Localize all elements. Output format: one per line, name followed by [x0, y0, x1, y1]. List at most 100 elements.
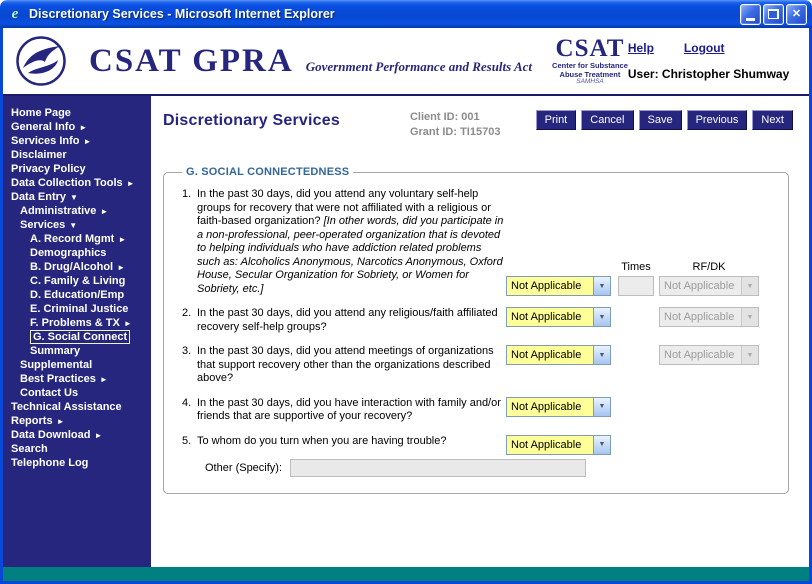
- sidebar-item-home-page[interactable]: Home Page: [3, 106, 151, 120]
- sidebar-item-b-drug-alcohol[interactable]: B. Drug/Alcohol►: [3, 260, 151, 274]
- previous-button[interactable]: Previous: [687, 110, 748, 130]
- q3-rfdk-value: Not Applicable: [660, 346, 741, 364]
- sidebar-item-contact-us[interactable]: Contact Us: [3, 386, 151, 400]
- sidebar-item-data-entry[interactable]: Data Entry▼: [3, 190, 151, 204]
- sidebar-item-label: A. Record Mgmt: [30, 233, 114, 245]
- print-button[interactable]: Print: [536, 110, 577, 130]
- sidebar-item-general-info[interactable]: General Info►: [3, 120, 151, 134]
- sidebar-item-reports[interactable]: Reports►: [3, 414, 151, 428]
- sidebar-item-a-record-mgmt[interactable]: A. Record Mgmt►: [3, 232, 151, 246]
- chevron-right-icon: ►: [94, 431, 102, 440]
- client-id-value: 001: [461, 111, 479, 123]
- body-row: Home PageGeneral Info►Services Info►Disc…: [3, 96, 809, 567]
- window-frame: CSAT GPRA Government Performance and Res…: [0, 28, 812, 584]
- question-number: 1.: [182, 188, 197, 296]
- cancel-button[interactable]: Cancel: [581, 110, 633, 130]
- sidebar-item-label: Reports: [11, 415, 53, 427]
- restore-button[interactable]: [763, 4, 784, 25]
- sidebar-item-label: F. Problems & TX: [30, 317, 120, 329]
- sidebar-item-demographics[interactable]: Demographics: [3, 246, 151, 260]
- social-connectedness-fieldset: G. SOCIAL CONNECTEDNESS 1. In the past 3…: [163, 166, 789, 494]
- sidebar-item-services-info[interactable]: Services Info►: [3, 134, 151, 148]
- csat-logo: CSAT Center for Substance Abuse Treatmen…: [552, 36, 628, 86]
- sidebar-item-label: Services: [20, 219, 65, 231]
- grant-id-value: TI15703: [460, 126, 500, 138]
- close-icon: ✕: [792, 9, 801, 20]
- q1-response-select[interactable]: Not Applicable ▼: [506, 276, 611, 296]
- csat-logo-name: CSAT: [552, 36, 628, 61]
- sidebar: Home PageGeneral Info►Services Info►Disc…: [3, 96, 151, 567]
- q2-response-select[interactable]: Not Applicable ▼: [506, 307, 611, 327]
- q3-response-value: Not Applicable: [507, 346, 593, 364]
- sidebar-item-search[interactable]: Search: [3, 442, 151, 456]
- sidebar-item-g-social-connect[interactable]: G. Social Connect: [3, 330, 151, 344]
- chevron-right-icon: ►: [100, 207, 108, 216]
- q5-response-select[interactable]: Not Applicable ▼: [506, 435, 611, 455]
- sidebar-item-label: Disclaimer: [11, 149, 67, 161]
- sidebar-item-best-practices[interactable]: Best Practices►: [3, 372, 151, 386]
- chevron-down-icon: ▼: [593, 308, 610, 326]
- save-button[interactable]: Save: [639, 110, 682, 130]
- sidebar-item-label: Home Page: [11, 107, 71, 119]
- sidebar-item-label: Demographics: [30, 247, 106, 259]
- title-bar[interactable]: e Discretionary Services - Microsoft Int…: [0, 0, 812, 28]
- sidebar-item-label: Administrative: [20, 205, 96, 217]
- client-id: Client ID: 001: [410, 110, 501, 125]
- question-text: In the past 30 days, did you have intera…: [197, 397, 504, 424]
- sidebar-item-data-collection-tools[interactable]: Data Collection Tools►: [3, 176, 151, 190]
- question-3-row: 3. In the past 30 days, did you attend m…: [182, 345, 776, 386]
- close-button[interactable]: ✕: [786, 4, 807, 25]
- sidebar-item-f-problems-tx[interactable]: F. Problems & TX ►: [3, 316, 151, 330]
- q4-response-value: Not Applicable: [507, 398, 593, 416]
- sidebar-item-supplemental[interactable]: Supplemental: [3, 358, 151, 372]
- footer-bar: [3, 567, 809, 581]
- chevron-down-icon: ▼: [741, 277, 758, 295]
- internet-explorer-icon: e: [7, 6, 23, 22]
- sidebar-item-services[interactable]: Services ▼: [3, 218, 151, 232]
- sidebar-item-privacy-policy[interactable]: Privacy Policy: [3, 162, 151, 176]
- q3-response-select[interactable]: Not Applicable ▼: [506, 345, 611, 365]
- main-content: Discretionary Services Client ID: 001 Gr…: [151, 96, 809, 567]
- question-5-row: 5. To whom do you turn when you are havi…: [182, 435, 776, 455]
- next-button[interactable]: Next: [752, 110, 793, 130]
- chevron-down-icon: ▼: [69, 221, 77, 230]
- other-specify-input: [290, 459, 586, 477]
- question-3-controls: Not Applicable ▼ Not Applicable ▼: [506, 345, 759, 386]
- brand-tagline: Government Performance and Results Act: [306, 59, 532, 75]
- header-right: Help Logout User: Christopher Shumway: [628, 32, 800, 81]
- grant-id: Grant ID: TI15703: [410, 125, 501, 140]
- sidebar-item-label: Technical Assistance: [11, 401, 122, 413]
- question-3-text: 3. In the past 30 days, did you attend m…: [182, 345, 504, 386]
- content-header: Discretionary Services Client ID: 001 Gr…: [163, 110, 793, 140]
- sidebar-item-data-download[interactable]: Data Download ►: [3, 428, 151, 442]
- sidebar-item-label: Telephone Log: [11, 457, 88, 469]
- chevron-down-icon: ▼: [593, 277, 610, 295]
- minimize-button[interactable]: [740, 4, 761, 25]
- q2-rfdk-select: Not Applicable ▼: [659, 307, 759, 327]
- sidebar-item-telephone-log[interactable]: Telephone Log: [3, 456, 151, 470]
- chevron-down-icon: ▼: [741, 346, 758, 364]
- times-column-header: Times: [618, 261, 654, 273]
- logout-link[interactable]: Logout: [684, 41, 725, 55]
- sidebar-item-e-criminal-justice[interactable]: E. Criminal Justice: [3, 302, 151, 316]
- sidebar-item-label: G. Social Connect: [30, 330, 130, 344]
- q4-response-select[interactable]: Not Applicable ▼: [506, 397, 611, 417]
- question-4-controls: Not Applicable ▼: [506, 397, 611, 424]
- sidebar-item-d-education-emp[interactable]: D. Education/Emp: [3, 288, 151, 302]
- sidebar-item-technical-assistance[interactable]: Technical Assistance: [3, 400, 151, 414]
- sidebar-item-administrative[interactable]: Administrative ►: [3, 204, 151, 218]
- chevron-right-icon: ►: [124, 319, 132, 328]
- window-controls: ✕: [740, 4, 807, 25]
- restore-icon: [768, 9, 779, 19]
- sidebar-item-summary[interactable]: Summary: [3, 344, 151, 358]
- rfdk-column-header: RF/DK: [659, 261, 759, 273]
- sidebar-item-disclaimer[interactable]: Disclaimer: [3, 148, 151, 162]
- chevron-down-icon: ▼: [741, 308, 758, 326]
- sidebar-item-c-family-living[interactable]: C. Family & Living: [3, 274, 151, 288]
- q3-rfdk-select: Not Applicable ▼: [659, 345, 759, 365]
- sidebar-item-label: Supplemental: [20, 359, 92, 371]
- help-link[interactable]: Help: [628, 41, 654, 55]
- question-1-row: 1. In the past 30 days, did you attend a…: [182, 188, 776, 296]
- sidebar-item-label: Data Entry: [11, 191, 66, 203]
- sidebar-item-label: Data Download: [11, 429, 90, 441]
